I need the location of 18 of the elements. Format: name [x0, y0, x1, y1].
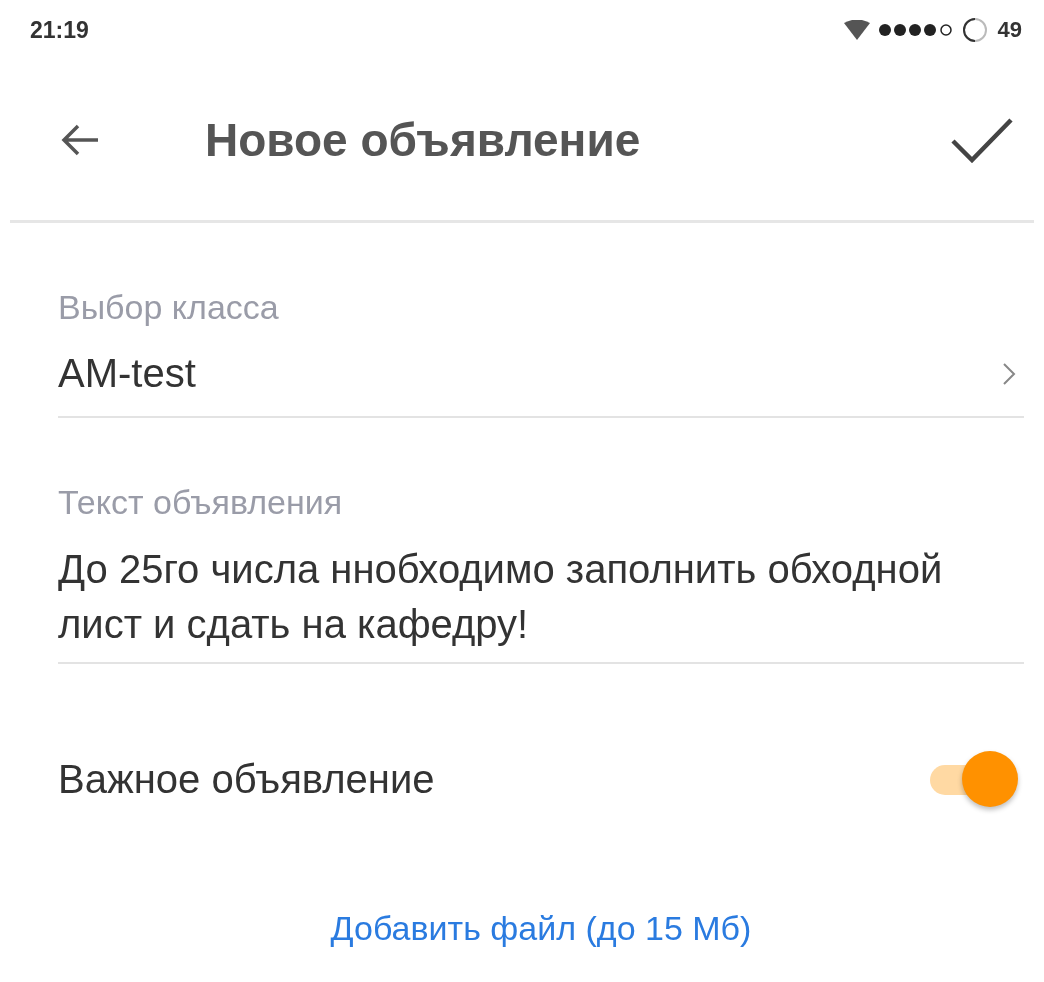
checkmark-icon [950, 117, 1014, 163]
battery-icon [961, 17, 988, 43]
battery-level: 49 [997, 17, 1022, 43]
signal-icon [877, 23, 954, 37]
class-selector[interactable]: AM-test [58, 327, 1024, 416]
back-button[interactable] [60, 123, 100, 157]
chevron-right-icon [1002, 361, 1016, 386]
field-label: Текст объявления [58, 482, 344, 522]
add-file-link[interactable]: Добавить файл (до 15 Мб) [330, 909, 752, 948]
important-label: Важное объявление [58, 756, 435, 802]
selected-class: AM-test [58, 351, 196, 396]
confirm-button[interactable] [950, 117, 1014, 163]
announcement-text-field[interactable]: До 25го числа ннобходимо заполнить обходной лист и сдать на кафедру! [58, 522, 1024, 662]
screen-title: Новое объявление [205, 113, 642, 167]
wifi-icon [843, 20, 870, 40]
back-arrow-icon [60, 123, 100, 157]
status-time: 21:19 [30, 16, 89, 44]
field-label: Выбор класса [58, 287, 280, 327]
